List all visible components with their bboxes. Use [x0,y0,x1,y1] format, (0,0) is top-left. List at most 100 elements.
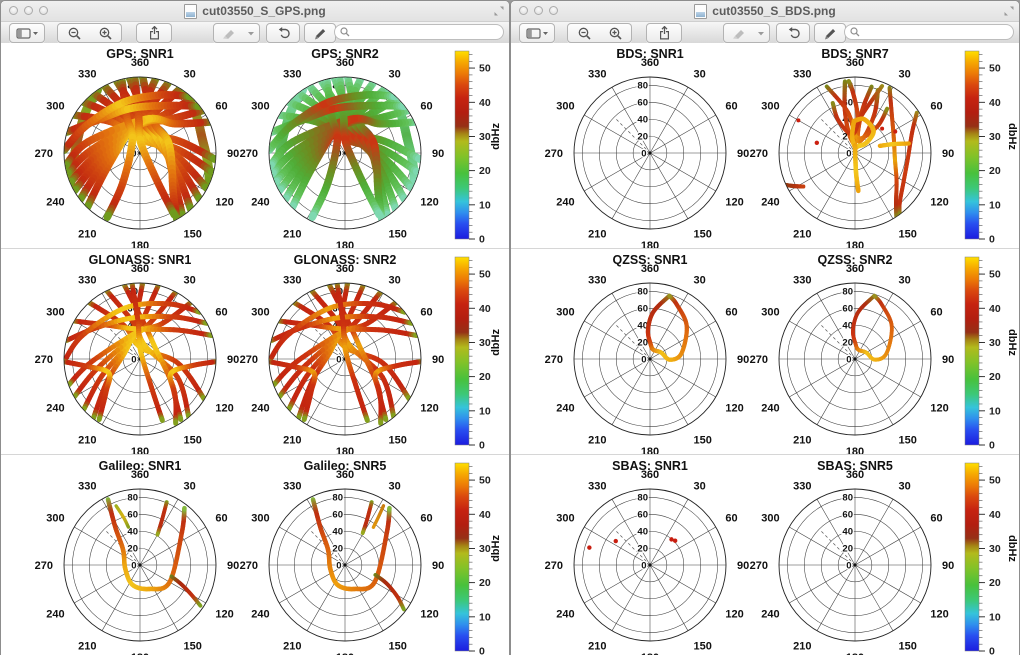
zoom-out-icon [68,27,81,40]
rotate-left-button[interactable] [776,23,810,43]
rotate-left-button[interactable] [266,23,300,43]
view-menu-button[interactable] [9,23,45,43]
azimuth-label: 240 [761,609,779,621]
colorbar-tick-label: 50 [479,475,491,487]
elevation-center-label: 0 [846,355,851,366]
annotate-dropdown-button[interactable] [753,23,770,43]
azimuth-label: 300 [556,101,574,113]
elevation-ring-label: 60 [637,304,648,315]
center-marker [854,358,857,361]
azimuth-label: 150 [184,434,202,446]
azimuth-label: 120 [420,609,438,621]
window-title-area: cut03550_S_GPS.png [1,1,509,21]
rotate-left-icon [787,27,800,40]
snr-dot [587,545,591,549]
azimuth-label: 120 [215,609,233,621]
titlebar[interactable]: cut03550_S_GPS.png [1,1,509,22]
share-button[interactable] [646,23,682,43]
markup-toolbar-button[interactable] [814,23,846,43]
zoom-out-button[interactable] [567,23,601,43]
center-marker [649,564,652,567]
colorbar-tick-label: 10 [989,199,1001,211]
annotate-button[interactable] [213,23,245,43]
share-icon [148,26,161,40]
view-menu-button[interactable] [519,23,555,43]
colorbar-tick-label: 0 [479,646,485,655]
azimuth-label: 360 [846,263,864,275]
annotate-button[interactable] [723,23,755,43]
zoom-out-button[interactable] [57,23,91,43]
share-button[interactable] [136,23,172,43]
search-input[interactable] [860,26,1013,38]
azimuth-label: 30 [694,69,706,81]
azimuth-label: 120 [725,609,743,621]
window-title: cut03550_S_BDS.png [712,4,835,18]
elevation-ring-label: 40 [637,114,648,125]
document-proxy-icon[interactable] [694,4,707,19]
titlebar[interactable]: cut03550_S_BDS.png [511,1,1019,22]
elevation-ring-label: 20 [842,337,853,348]
polar-grid: SBAS: SNR5360306090120150180210240270300… [750,459,955,655]
desktop: cut03550_S_GPS.png [0,0,1020,655]
search-field[interactable] [334,24,504,40]
elevation-ring-label: 60 [127,510,138,521]
azimuth-label: 300 [761,513,779,525]
colorbar-tick-label: 0 [479,440,485,452]
azimuth-label: 30 [899,481,911,493]
azimuth-label: 210 [793,640,811,652]
image-content-bds: BDS: SNR13603060901201501802102402703003… [511,43,1019,655]
elevation-ring-label: 80 [637,81,648,92]
center-marker [139,564,142,567]
azimuth-label: 90 [942,148,954,160]
annotate-dropdown-button[interactable] [243,23,260,43]
search-field[interactable] [844,24,1014,40]
center-marker [344,564,347,567]
elevation-center-label: 0 [131,561,136,572]
azimuth-label: 90 [432,560,444,572]
azimuth-label: 240 [251,609,269,621]
azimuth-label: 210 [793,434,811,446]
search-input[interactable] [350,26,503,38]
colorbar-tick-label: 0 [989,440,995,452]
elevation-center-label: 0 [846,149,851,160]
elevation-ring-label: 20 [842,543,853,554]
azimuth-label: 300 [251,513,269,525]
azimuth-label: 300 [761,101,779,113]
colorbar-tick-label: 50 [479,269,491,281]
elevation-center-label: 0 [336,355,341,366]
colorbar-tick-label: 30 [989,337,1001,349]
azimuth-label: 240 [556,609,574,621]
elevation-ring-label: 60 [637,98,648,109]
azimuth-label: 300 [46,101,64,113]
azimuth-label: 150 [184,640,202,652]
image-content-gps: GPS: SNR13603060901201501802102402703003… [1,43,509,655]
fullscreen-icon[interactable] [1004,6,1014,16]
colorbar-tick-label: 0 [989,234,995,246]
polar-grid: GLONASS: SNR2360306090120150180210240270… [240,253,445,455]
elevation-ring-label: 60 [637,510,648,521]
azimuth-label: 30 [184,481,196,493]
skyplot-panel: SBAS: SNR1360306090120150180210240270300… [544,455,756,655]
zoom-in-button[interactable] [599,23,632,43]
snr-colorbar: 01020304050dbHz [959,249,1019,455]
markup-toolbar-button[interactable] [304,23,336,43]
fullscreen-icon[interactable] [494,6,504,16]
zoom-in-button[interactable] [89,23,122,43]
azimuth-label: 270 [750,560,768,572]
azimuth-label: 60 [725,307,737,319]
search-icon [850,27,860,37]
snr-colorbar: 01020304050dbHz [449,249,509,455]
elevation-ring-label: 80 [842,493,853,504]
polar-grid: BDS: SNR13603060901201501802102402703003… [545,47,750,249]
azimuth-label: 30 [184,69,196,81]
azimuth-label: 90 [227,560,239,572]
azimuth-label: 90 [942,354,954,366]
colorbar-tick-label: 40 [989,509,1001,521]
azimuth-label: 330 [283,481,301,493]
plot-row: BDS: SNR13603060901201501802102402703003… [511,43,1019,248]
document-proxy-icon[interactable] [184,4,197,19]
azimuth-label: 120 [930,609,948,621]
chevron-down-icon [757,31,765,36]
elevation-center-label: 0 [641,149,646,160]
azimuth-label: 330 [793,481,811,493]
